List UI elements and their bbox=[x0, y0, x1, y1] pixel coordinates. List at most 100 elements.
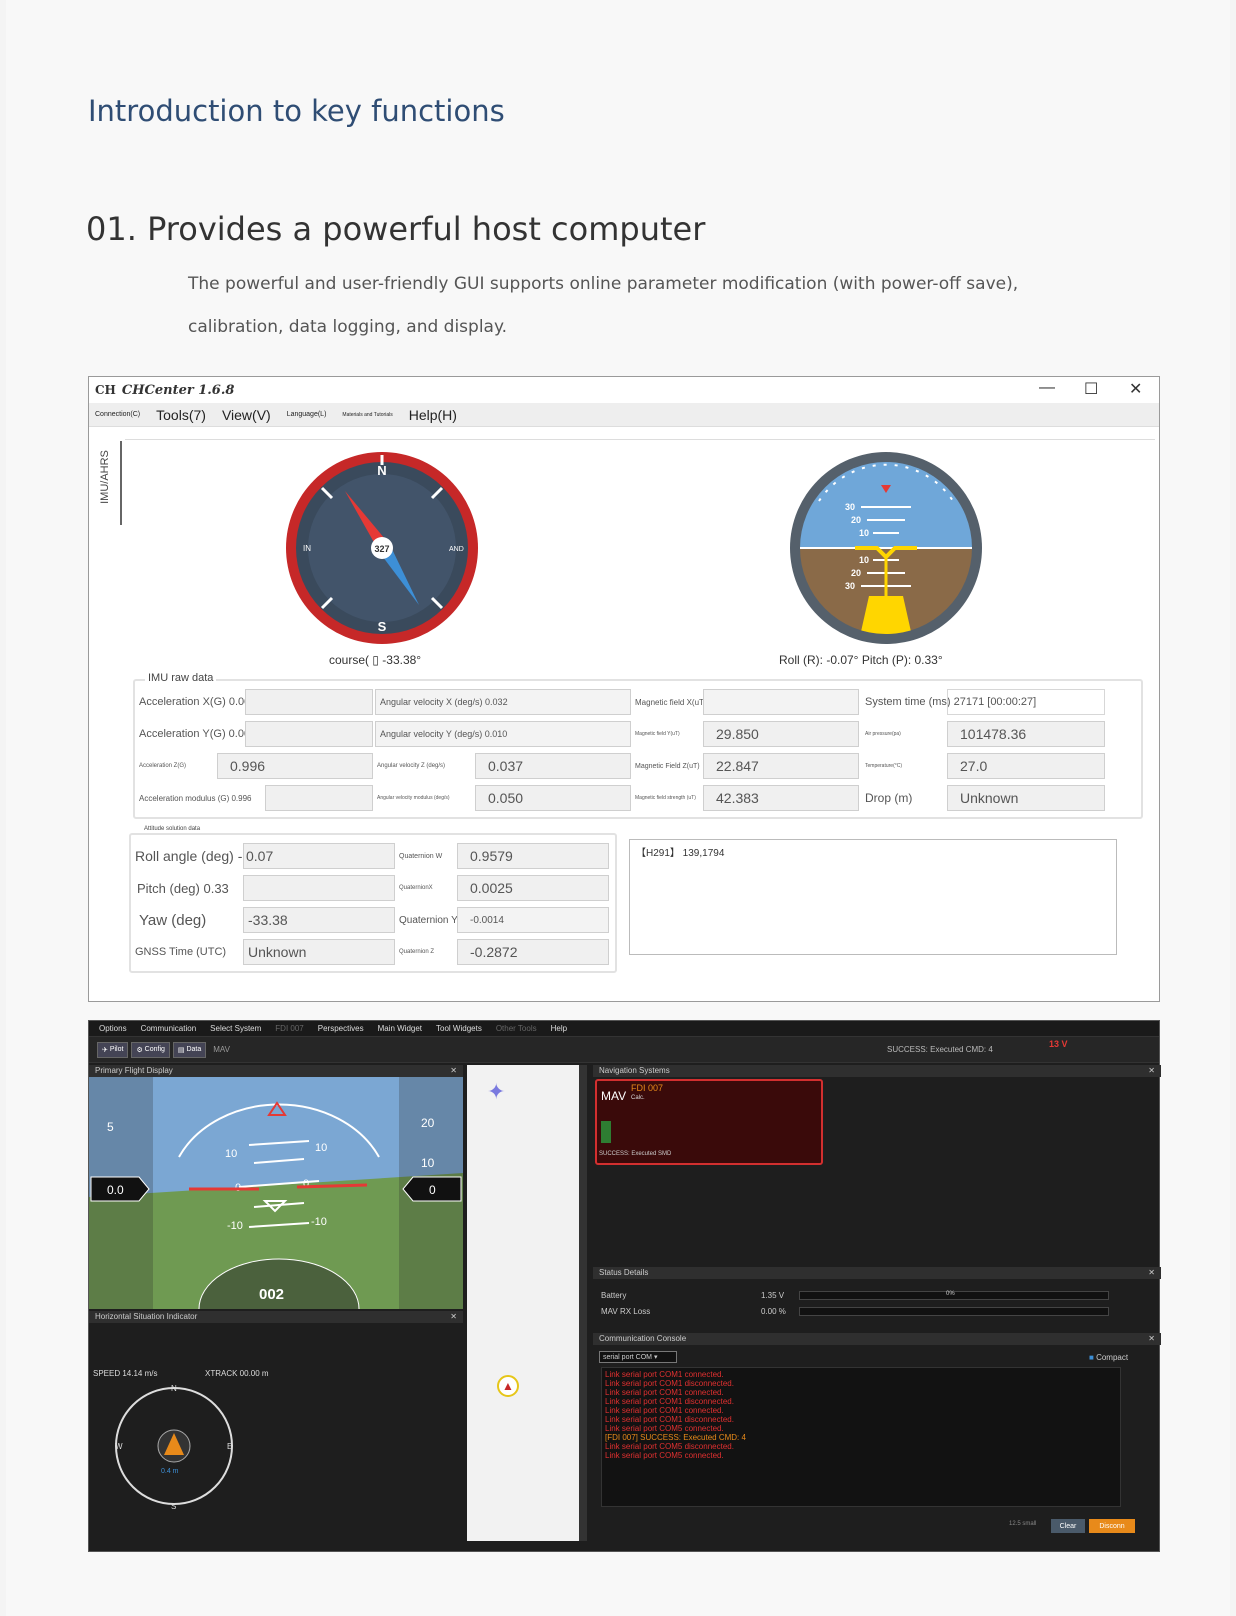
app-title: CHCenter 1.6.8 bbox=[121, 382, 235, 398]
temp-field: Temperature(°C) bbox=[865, 753, 902, 779]
section-title: Introduction to key functions bbox=[88, 94, 505, 128]
hsi-compass: N S W E 0.4 m bbox=[115, 1384, 233, 1511]
menu-materials[interactable]: Materials and Tutorials bbox=[342, 412, 392, 418]
qy-label: Quaternion Y bbox=[399, 914, 458, 926]
pfd-alt-mark-20: 20 bbox=[421, 1116, 435, 1130]
pitch-mark-m30: 30 bbox=[845, 581, 855, 591]
mav-indicator: MAV bbox=[213, 1045, 231, 1054]
map-splitter[interactable] bbox=[579, 1065, 587, 1541]
gyr-mod-field: Angular velocity modulus (deg/s) bbox=[377, 785, 450, 811]
menu-language[interactable]: Language(L) bbox=[287, 411, 327, 418]
pfd-mark-m10-left: -10 bbox=[227, 1220, 243, 1232]
mag-y-field: Magnetic field Y(uT) bbox=[635, 721, 680, 747]
drop-value: Unknown bbox=[947, 785, 1105, 811]
gcs-menu-select-system[interactable]: Select System bbox=[210, 1024, 261, 1033]
config-label: Config bbox=[144, 1046, 165, 1053]
nav-title-bar: Navigation Systems ✕ bbox=[593, 1065, 1161, 1077]
page: Introduction to key functions 01. Provid… bbox=[6, 0, 1230, 1616]
pfd-mark-10-right: 10 bbox=[315, 1142, 327, 1154]
gcs-menu-perspectives[interactable]: Perspectives bbox=[318, 1024, 364, 1033]
close-button[interactable]: ✕ bbox=[1129, 379, 1142, 399]
status-close-icon[interactable]: ✕ bbox=[1148, 1267, 1155, 1279]
status-title-bar: Status Details ✕ bbox=[593, 1267, 1161, 1279]
gyr-z-field: Angular velocity Z (deg/s) bbox=[377, 753, 445, 779]
hsi-xtrack: XTRACK 00.00 m bbox=[205, 1369, 269, 1378]
attitude-group-title: Attitude solution data bbox=[141, 826, 204, 832]
roll-field: Roll angle (deg) - bbox=[135, 843, 242, 869]
pitch-mark-m20: 20 bbox=[851, 568, 861, 578]
gyr-z-label: Angular velocity Z (deg/s) bbox=[377, 763, 446, 769]
acc-x-box bbox=[245, 689, 373, 715]
pfd-title: Primary Flight Display bbox=[95, 1066, 173, 1075]
sys-time-box bbox=[947, 689, 1105, 715]
pitch-label: Pitch (deg) 0.33 bbox=[137, 880, 229, 896]
hsi-n: N bbox=[171, 1384, 177, 1393]
pfd-close-icon[interactable]: ✕ bbox=[450, 1065, 457, 1077]
map-panel[interactable]: ✦ ▲ bbox=[467, 1065, 579, 1541]
pilot-label: Pilot bbox=[109, 1046, 124, 1053]
disconnect-button[interactable]: Disconn bbox=[1089, 1519, 1135, 1533]
compass-n: N bbox=[377, 463, 386, 478]
feature-heading: 01. Provides a powerful host computer bbox=[86, 210, 706, 248]
air-label: Air pressure(pa) bbox=[865, 731, 901, 737]
gcs-menu-other-tools[interactable]: Other Tools bbox=[496, 1024, 537, 1033]
compass-gauge: 327 N S IN AND bbox=[286, 452, 478, 644]
nav-close-icon[interactable]: ✕ bbox=[1148, 1065, 1155, 1077]
menu-bar: Connection(C) Tools(7) View(V) Language(… bbox=[89, 403, 1159, 427]
data-button[interactable]: ▤ Data bbox=[172, 1041, 207, 1058]
gcs-menu-main-widget[interactable]: Main Widget bbox=[378, 1024, 422, 1033]
data-label: Data bbox=[186, 1046, 202, 1053]
comm-log-line: [FDI 007] SUCCESS: Executed CMD: 4 bbox=[605, 1433, 746, 1442]
comm-port-select[interactable]: serial port COM ▾ bbox=[599, 1351, 677, 1363]
output-console[interactable]: 【H291】 139,1794 bbox=[629, 839, 1117, 955]
comm-log[interactable]: Link serial port COM1 connected. Link ser… bbox=[601, 1367, 1121, 1507]
drop-label: Drop (m) bbox=[865, 791, 913, 805]
chevron-down-icon: ▾ bbox=[652, 1354, 658, 1361]
waypoint-icon[interactable]: ✦ bbox=[487, 1079, 505, 1105]
gnss-value: Unknown bbox=[243, 939, 395, 965]
config-button[interactable]: ⚙ Config bbox=[131, 1041, 170, 1058]
acc-y-label: Acceleration Y(G) 0.006 bbox=[139, 728, 257, 740]
comm-compact-toggle[interactable]: ■ Compact bbox=[1089, 1353, 1128, 1362]
comm-close-icon[interactable]: ✕ bbox=[1148, 1333, 1155, 1345]
gcs-menu-fdi[interactable]: FDI 007 bbox=[275, 1024, 303, 1033]
mag-z-field: Magnetic Field Z(uT) bbox=[635, 753, 700, 779]
menu-connection[interactable]: Connection(C) bbox=[95, 411, 140, 418]
comm-log-line: Link serial port COM1 disconnected. bbox=[605, 1415, 734, 1424]
qy-field: Quaternion Y bbox=[399, 907, 458, 933]
qx-label: QuaternionX bbox=[399, 885, 433, 891]
mav-card[interactable]: MAV FDI 007 Calc. SUCCESS: Executed SMD bbox=[595, 1079, 823, 1165]
pilot-button[interactable]: ✈ Pilot bbox=[97, 1041, 129, 1058]
gcs-menu-help[interactable]: Help bbox=[551, 1024, 567, 1033]
mag-y-label: Magnetic field Y(uT) bbox=[635, 731, 680, 737]
gyr-y-field: Angular velocity Y (deg/s) 0.010 bbox=[375, 721, 631, 747]
acc-mod-box bbox=[265, 785, 373, 811]
menu-view[interactable]: View(V) bbox=[222, 407, 271, 423]
side-tab-imu-ahrs[interactable]: IMU/AHRS bbox=[99, 437, 111, 517]
description-line-1: The powerful and user-friendly GUI suppo… bbox=[188, 274, 1019, 294]
imu-group-title: IMU raw data bbox=[145, 672, 217, 684]
hsi-close-icon[interactable]: ✕ bbox=[450, 1311, 457, 1323]
hsi-readout: 0.4 m bbox=[161, 1468, 179, 1475]
chcenter-window: CH CHCenter 1.6.8 — ☐ ✕ Connection(C) To… bbox=[88, 376, 1160, 1002]
battery-progress: 0% bbox=[799, 1291, 1109, 1300]
pfd-heading-value: 002 bbox=[259, 1286, 284, 1303]
menu-help[interactable]: Help(H) bbox=[409, 407, 457, 423]
clear-button[interactable]: Clear bbox=[1051, 1519, 1085, 1533]
mav-card-label: MAV bbox=[601, 1089, 627, 1103]
gcs-menu-options[interactable]: Options bbox=[99, 1024, 127, 1033]
comm-title-bar: Communication Console ✕ bbox=[593, 1333, 1161, 1345]
vehicle-icon[interactable]: ▲ bbox=[497, 1375, 519, 1397]
gcs-menu-tool-widgets[interactable]: Tool Widgets bbox=[436, 1024, 482, 1033]
pitch-mark-20: 20 bbox=[851, 515, 861, 525]
minimize-button[interactable]: — bbox=[1039, 379, 1055, 397]
menu-tools[interactable]: Tools(7) bbox=[156, 407, 206, 423]
gcs-menu-communication[interactable]: Communication bbox=[141, 1024, 197, 1033]
hsi-title-bar: Horizontal Situation Indicator ✕ bbox=[89, 1311, 463, 1323]
app-logo: CH bbox=[95, 383, 116, 397]
mag-str-label: Magnetic field strength (uT) bbox=[635, 795, 696, 801]
compass-s: S bbox=[378, 619, 387, 634]
acc-y-box bbox=[245, 721, 373, 747]
mag-x-box bbox=[703, 689, 859, 715]
maximize-button[interactable]: ☐ bbox=[1084, 379, 1098, 399]
